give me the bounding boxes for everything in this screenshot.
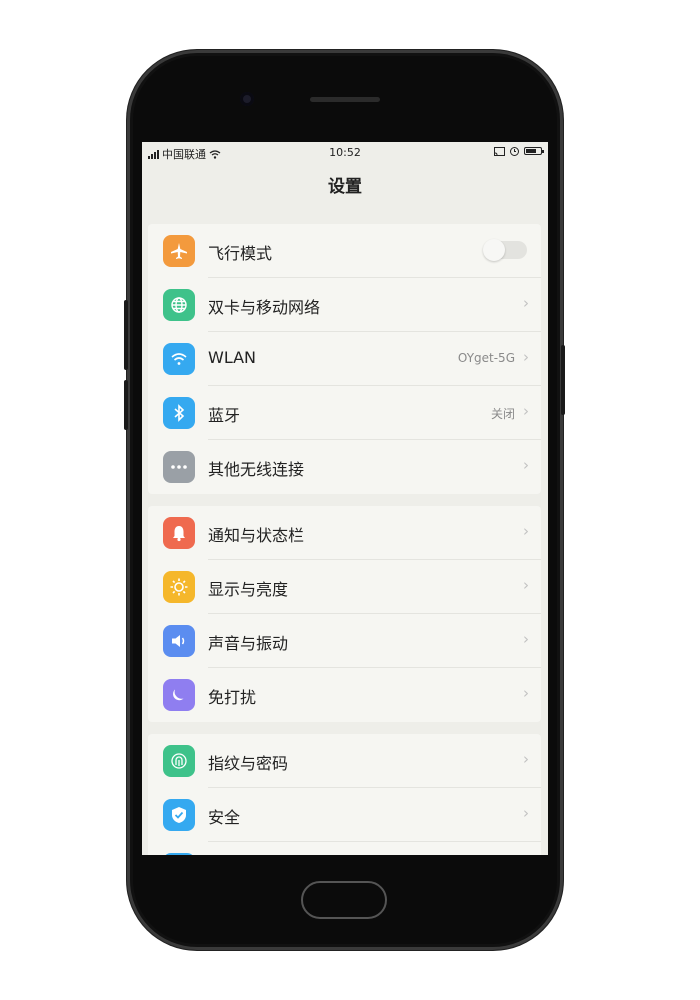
item-value: 关闭 — [490, 407, 515, 421]
item-label: 通知与状态栏 — [208, 526, 305, 545]
settings-item-other-wireless[interactable]: 其他无线连接 › — [148, 440, 541, 494]
front-camera — [240, 92, 254, 106]
bell-icon — [163, 517, 195, 549]
item-label: 双卡与移动网络 — [208, 298, 321, 317]
airplane-icon — [163, 235, 195, 267]
screen: 中国联通 10:52 设置 飞行模式 双卡与移动网络 › WLAN OYget-… — [142, 142, 548, 855]
chevron-right-icon: › — [523, 348, 529, 366]
sun-icon — [163, 571, 195, 603]
chevron-right-icon: › — [523, 750, 529, 768]
chevron-right-icon: › — [523, 804, 529, 822]
settings-item-sound[interactable]: 声音与振动 › — [148, 614, 541, 668]
item-label: 安全 — [208, 808, 241, 827]
chevron-right-icon: › — [523, 684, 529, 702]
settings-item-partial[interactable] — [148, 842, 541, 855]
home-button[interactable] — [301, 881, 387, 919]
page-title: 设置 — [328, 177, 362, 197]
settings-item-bluetooth[interactable]: 蓝牙 关闭 › — [148, 386, 541, 440]
settings-item-notifications[interactable]: 通知与状态栏 › — [148, 506, 541, 560]
fingerprint-icon — [163, 745, 195, 777]
item-value: OYget-5G — [457, 351, 515, 365]
moon-icon — [163, 679, 195, 711]
item-label: 免打扰 — [208, 688, 257, 707]
settings-item-fingerprint[interactable]: 指纹与密码 › — [148, 734, 541, 788]
power-button — [561, 345, 565, 415]
settings-item-airplane-mode[interactable]: 飞行模式 — [148, 224, 541, 278]
settings-item-security[interactable]: 安全 › — [148, 788, 541, 842]
speaker-icon — [163, 625, 195, 657]
app-icon — [163, 853, 195, 855]
item-label: WLAN — [208, 348, 257, 367]
settings-item-do-not-disturb[interactable]: 免打扰 › — [148, 668, 541, 722]
chevron-right-icon: › — [523, 402, 529, 420]
settings-group-display-sound: 通知与状态栏 › 显示与亮度 › 声音与振动 › 免打扰 › — [148, 506, 541, 722]
settings-group-security: 指纹与密码 › 安全 › — [148, 734, 541, 855]
status-bar: 中国联通 10:52 — [142, 142, 548, 164]
wifi-icon — [163, 343, 195, 375]
airplane-mode-toggle[interactable] — [483, 239, 527, 261]
clock: 10:52 — [329, 146, 361, 159]
cast-icon — [494, 146, 505, 156]
item-label: 显示与亮度 — [208, 580, 289, 599]
settings-item-display[interactable]: 显示与亮度 › — [148, 560, 541, 614]
item-label: 蓝牙 — [208, 406, 241, 425]
chevron-right-icon: › — [523, 576, 529, 594]
chevron-right-icon: › — [523, 456, 529, 474]
item-label: 指纹与密码 — [208, 754, 289, 773]
alarm-icon — [510, 147, 519, 156]
item-label: 其他无线连接 — [208, 460, 305, 479]
battery-icon — [524, 147, 544, 155]
shield-icon — [163, 799, 195, 831]
settings-item-dual-sim[interactable]: 双卡与移动网络 › — [148, 278, 541, 332]
chevron-right-icon: › — [523, 522, 529, 540]
volume-button — [124, 300, 128, 370]
item-label: 飞行模式 — [208, 244, 273, 263]
item-label: 声音与振动 — [208, 634, 289, 653]
earpiece-speaker — [310, 97, 380, 102]
globe-icon — [163, 289, 195, 321]
volume-button-lower — [124, 380, 128, 430]
chevron-right-icon: › — [523, 630, 529, 648]
more-dots-icon — [163, 451, 195, 483]
settings-item-wlan[interactable]: WLAN OYget-5G › — [148, 332, 541, 386]
chevron-right-icon: › — [523, 294, 529, 312]
settings-group-connectivity: 飞行模式 双卡与移动网络 › WLAN OYget-5G › 蓝牙 关闭 › 其… — [148, 224, 541, 494]
bluetooth-icon — [163, 397, 195, 429]
